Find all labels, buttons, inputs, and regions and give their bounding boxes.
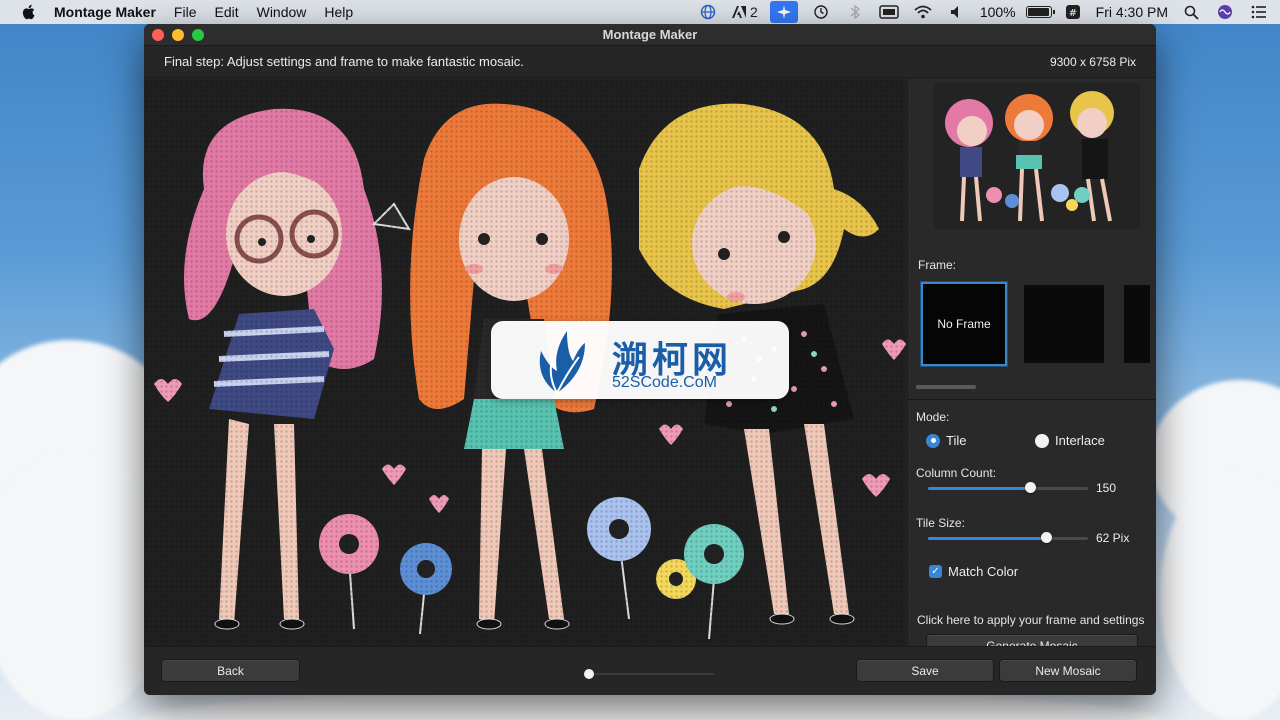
airplane-icon[interactable]	[769, 1, 798, 23]
tile-size-slider[interactable]	[928, 532, 1088, 544]
bluetooth-icon[interactable]	[844, 3, 866, 21]
apple-icon[interactable]	[20, 3, 38, 21]
siri-icon[interactable]	[1214, 3, 1236, 21]
mode-interlace-radio[interactable]: Interlace	[1035, 433, 1105, 448]
mode-tile-radio[interactable]: Tile	[926, 433, 966, 448]
window-title: Montage Maker	[602, 27, 698, 42]
app-menu[interactable]: Montage Maker	[54, 4, 156, 20]
new-mosaic-label: New Mosaic	[1035, 663, 1101, 678]
slider-fill	[928, 537, 1047, 540]
battery-level	[1027, 8, 1049, 16]
menu-edit[interactable]: Edit	[214, 4, 238, 20]
match-color-label: Match Color	[948, 564, 1019, 579]
apply-hint: Click here to apply your frame and setti…	[917, 613, 1145, 627]
preview-image	[945, 91, 1114, 222]
slider-fill	[928, 487, 1031, 490]
settings-panel: Frame: No Frame Mode: Tile Interlace Col…	[907, 79, 1156, 657]
instruction-text: Final step: Adjust settings and frame to…	[164, 54, 524, 69]
display-icon[interactable]	[878, 3, 900, 21]
zoom-button[interactable]	[192, 29, 204, 41]
column-count-label: Column Count:	[916, 466, 997, 480]
menu-help[interactable]: Help	[324, 4, 353, 20]
panel-divider	[908, 399, 1156, 400]
battery-percent: 100%	[979, 4, 1016, 20]
tile-size-value: 62 Pix	[1096, 531, 1130, 545]
match-color-checkbox[interactable]: ✓ Match Color	[929, 564, 1018, 579]
back-label: Back	[217, 663, 244, 678]
mode-tile-label: Tile	[946, 433, 967, 448]
menu-file[interactable]: File	[174, 4, 197, 20]
globe-icon[interactable]	[697, 3, 719, 21]
frame-option-2[interactable]	[1024, 285, 1104, 363]
adobe-icon[interactable]: 2	[731, 3, 758, 21]
new-mosaic-button[interactable]: New Mosaic	[999, 659, 1137, 682]
input-icon[interactable]: #	[1062, 3, 1084, 21]
list-icon[interactable]	[1248, 3, 1270, 21]
status-area: 2 100% # Fri 4:30 PM	[691, 0, 1280, 24]
slider-knob[interactable]	[1041, 532, 1053, 543]
search-icon[interactable]	[1180, 3, 1202, 21]
watermark-subtitle: 52SCode.CoM	[612, 374, 717, 391]
frame-option-3[interactable]	[1124, 285, 1150, 363]
tile-size-label: Tile Size:	[916, 516, 965, 530]
window-controls	[152, 29, 204, 41]
slider-knob[interactable]	[1025, 482, 1037, 493]
header-bar: Final step: Adjust settings and frame to…	[144, 46, 1156, 78]
time-machine-icon[interactable]	[810, 3, 832, 21]
checkmark-icon[interactable]: ✓	[929, 565, 942, 578]
mode-label: Mode:	[916, 410, 950, 424]
watermark: 溯柯网 52SCode.CoM	[491, 321, 789, 399]
feather-logo-icon	[539, 331, 585, 394]
page-slider[interactable]	[584, 669, 714, 679]
source-preview	[934, 83, 1140, 229]
close-button[interactable]	[152, 29, 164, 41]
frame-label: Frame:	[918, 258, 957, 272]
radio-button[interactable]	[1035, 433, 1049, 448]
adobe-badge: 2	[750, 4, 758, 20]
minimize-button[interactable]	[172, 29, 184, 41]
frame-option-label: No Frame	[937, 317, 991, 331]
mode-interlace-label: Interlace	[1055, 433, 1105, 448]
frame-scrollbar[interactable]	[916, 385, 976, 389]
slider-track	[584, 673, 714, 675]
save-label: Save	[911, 663, 939, 678]
column-count-value: 150	[1096, 481, 1117, 495]
dimensions-text: 9300 x 6758 Pix	[1049, 54, 1136, 69]
frame-option-none[interactable]: No Frame	[921, 282, 1007, 366]
svg-text:#: #	[1068, 8, 1076, 19]
slider-knob[interactable]	[584, 669, 594, 679]
radio-button[interactable]	[926, 433, 940, 448]
save-button[interactable]: Save	[856, 659, 994, 682]
menu-bar: Montage Maker File Edit Window Help 2 10…	[0, 0, 1280, 24]
battery-icon[interactable]	[1025, 6, 1055, 18]
volume-icon[interactable]	[946, 3, 968, 21]
menu-window[interactable]: Window	[257, 4, 307, 20]
title-bar[interactable]: Montage Maker	[144, 24, 1156, 46]
clock[interactable]: Fri 4:30 PM	[1096, 4, 1168, 20]
wifi-icon[interactable]	[912, 3, 934, 21]
footer-bar: Back Save New Mosaic	[144, 646, 1156, 695]
back-button[interactable]: Back	[161, 659, 300, 682]
column-count-slider[interactable]	[928, 482, 1088, 494]
